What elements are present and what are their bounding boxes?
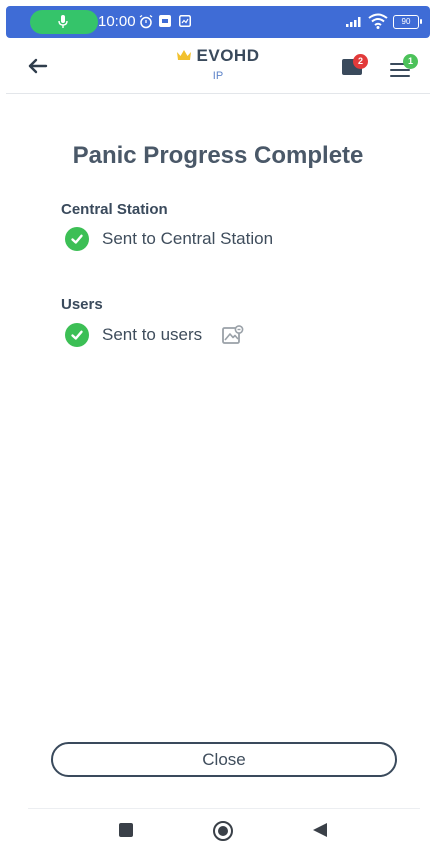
check-circle-icon <box>65 323 89 347</box>
mic-indicator[interactable] <box>30 10 98 34</box>
section-title-users: Users <box>61 296 103 313</box>
page-title: Panic Progress Complete <box>72 142 364 169</box>
signal-icon <box>346 17 361 27</box>
menu-badge: 1 <box>403 54 418 69</box>
nav-divider <box>28 808 420 809</box>
app-title: EVOHD <box>196 46 260 65</box>
back-icon[interactable] <box>312 822 328 838</box>
notifications-badge: 2 <box>353 54 368 69</box>
menu-button[interactable]: 1 <box>390 54 420 80</box>
recents-icon[interactable] <box>118 822 134 838</box>
status-time: 10:00 <box>98 13 136 30</box>
alarm-icon <box>139 15 153 29</box>
wifi-icon <box>368 13 388 29</box>
crown-icon <box>176 50 191 60</box>
central-station-status: Sent to Central Station <box>65 227 273 251</box>
mic-icon <box>58 15 68 28</box>
status-bar: 10:00 90 <box>6 6 430 38</box>
battery-icon: 90 <box>393 15 422 29</box>
notifications-button[interactable]: 2 <box>342 54 368 78</box>
users-status: Sent to users <box>65 323 244 347</box>
section-title-central-station: Central Station <box>61 201 168 218</box>
screenshot-icon <box>179 15 191 27</box>
image-icon[interactable] <box>222 325 244 345</box>
notification-icon <box>159 15 171 27</box>
check-circle-icon <box>65 227 89 251</box>
app-header: EVOHD IP 2 1 <box>6 38 430 94</box>
close-button[interactable]: Close <box>51 742 397 777</box>
battery-level: 90 <box>401 17 411 26</box>
users-status-text: Sent to users <box>102 325 203 344</box>
central-station-status-text: Sent to Central Station <box>102 229 274 248</box>
home-icon[interactable] <box>212 820 234 842</box>
